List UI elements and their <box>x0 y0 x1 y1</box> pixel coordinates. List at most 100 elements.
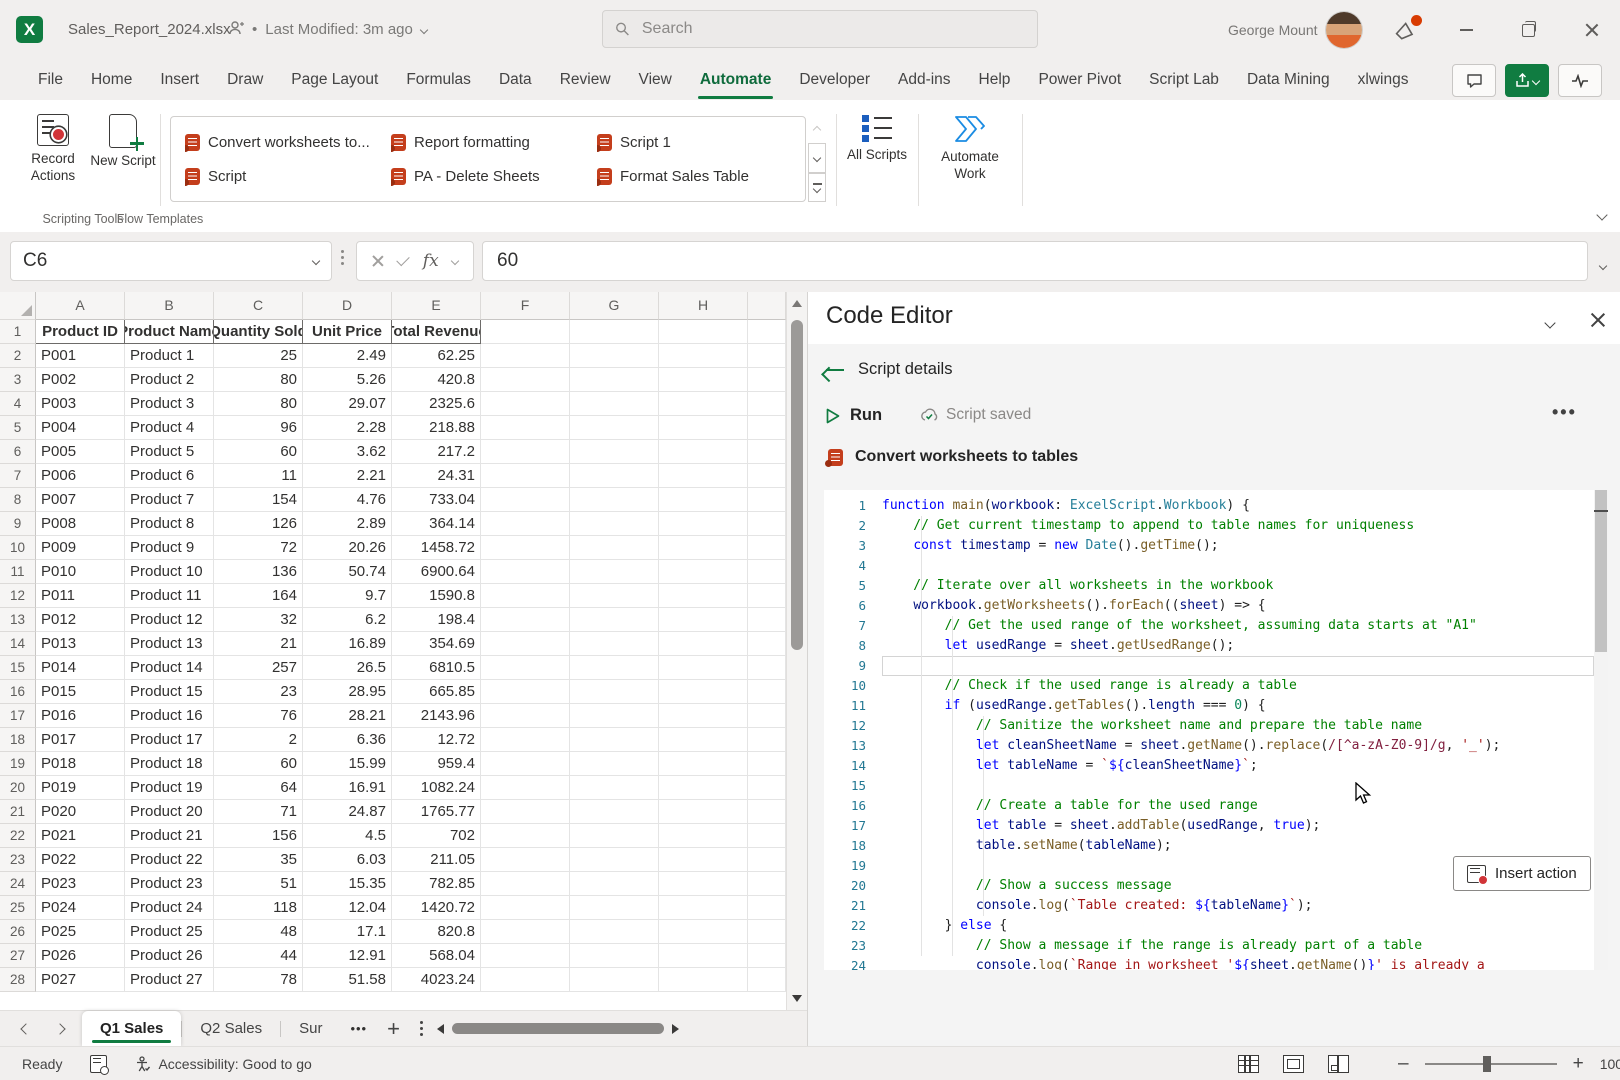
code-line-9[interactable]: 9 <box>824 656 1608 676</box>
row-header-8[interactable]: 8 <box>0 488 36 512</box>
code-line-5[interactable]: 5 // Iterate over all worksheets in the … <box>824 576 1608 596</box>
cell-G26[interactable] <box>570 920 659 944</box>
cell-D10[interactable]: 20.26 <box>303 536 392 560</box>
cell-H19[interactable] <box>659 752 748 776</box>
cell-A14[interactable]: P013 <box>36 632 125 656</box>
cell-F16[interactable] <box>481 680 570 704</box>
cell-H20[interactable] <box>659 776 748 800</box>
cell-D13[interactable]: 6.2 <box>303 608 392 632</box>
whats-new-icon[interactable] <box>1392 18 1420 42</box>
cell-G15[interactable] <box>570 656 659 680</box>
cell-A28[interactable]: P027 <box>36 968 125 992</box>
cell-E5[interactable]: 218.88 <box>392 416 481 440</box>
row-header-17[interactable]: 17 <box>0 704 36 728</box>
cell-E1[interactable]: Total Revenue <box>392 320 481 344</box>
sheet-options-button[interactable] <box>420 1021 423 1036</box>
cell-G19[interactable] <box>570 752 659 776</box>
cell-A18[interactable]: P017 <box>36 728 125 752</box>
cell-D19[interactable]: 15.99 <box>303 752 392 776</box>
cell-D24[interactable]: 15.35 <box>303 872 392 896</box>
cell-B5[interactable]: Product 4 <box>125 416 214 440</box>
cell-G22[interactable] <box>570 824 659 848</box>
menu-tab-view[interactable]: View <box>625 63 686 97</box>
cell-H12[interactable] <box>659 584 748 608</box>
confirm-entry-icon[interactable] <box>397 253 410 266</box>
cell-C2[interactable]: 25 <box>214 344 303 368</box>
cell-C4[interactable]: 80 <box>214 392 303 416</box>
cell-B7[interactable]: Product 6 <box>125 464 214 488</box>
column-header-D[interactable]: D <box>303 292 392 320</box>
code-line-10[interactable]: 10 // Check if the used range is already… <box>824 676 1608 696</box>
cell-F19[interactable] <box>481 752 570 776</box>
cell-D6[interactable]: 3.62 <box>303 440 392 464</box>
cell-E11[interactable]: 6900.64 <box>392 560 481 584</box>
cell-G20[interactable] <box>570 776 659 800</box>
menu-tab-data-mining[interactable]: Data Mining <box>1233 63 1344 97</box>
cell-G14[interactable] <box>570 632 659 656</box>
new-script-button[interactable]: New Script <box>88 114 158 170</box>
cell-G17[interactable] <box>570 704 659 728</box>
zoom-slider-thumb[interactable] <box>1483 1056 1491 1072</box>
cell-G9[interactable] <box>570 512 659 536</box>
cell-F25[interactable] <box>481 896 570 920</box>
gallery-script-item[interactable]: Script <box>185 159 391 193</box>
scroll-up-arrow[interactable] <box>792 300 802 307</box>
cell-G28[interactable] <box>570 968 659 992</box>
select-all-corner[interactable] <box>0 292 36 320</box>
menu-tab-insert[interactable]: Insert <box>146 63 213 97</box>
cell-B19[interactable]: Product 18 <box>125 752 214 776</box>
cell-A25[interactable]: P024 <box>36 896 125 920</box>
cell-F8[interactable] <box>481 488 570 512</box>
cell-C23[interactable]: 35 <box>214 848 303 872</box>
hidden-sheets-button[interactable]: ••• <box>350 1021 367 1036</box>
scroll-left-arrow[interactable] <box>437 1024 444 1034</box>
cell-D4[interactable]: 29.07 <box>303 392 392 416</box>
row-header-11[interactable]: 11 <box>0 560 36 584</box>
cell-H6[interactable] <box>659 440 748 464</box>
code-line-16[interactable]: 16 // Create a table for the used range <box>824 796 1608 816</box>
code-scrollbar-thumb[interactable] <box>1595 490 1607 652</box>
cell-C28[interactable]: 78 <box>214 968 303 992</box>
gallery-script-item[interactable]: Convert worksheets to... <box>185 125 391 159</box>
code-area[interactable]: 1function main(workbook: ExcelScript.Wor… <box>824 490 1608 970</box>
gallery-script-item[interactable]: Report formatting <box>391 125 597 159</box>
cell-G16[interactable] <box>570 680 659 704</box>
row-header-16[interactable]: 16 <box>0 680 36 704</box>
cell-E27[interactable]: 568.04 <box>392 944 481 968</box>
all-scripts-button[interactable]: All Scripts <box>846 114 908 164</box>
zoom-level[interactable]: 100% <box>1600 1056 1620 1072</box>
cell-D14[interactable]: 16.89 <box>303 632 392 656</box>
cell-A9[interactable]: P008 <box>36 512 125 536</box>
cell-F14[interactable] <box>481 632 570 656</box>
cell-C9[interactable]: 126 <box>214 512 303 536</box>
cell-F13[interactable] <box>481 608 570 632</box>
cell-F28[interactable] <box>481 968 570 992</box>
cell-H25[interactable] <box>659 896 748 920</box>
cell-B15[interactable]: Product 14 <box>125 656 214 680</box>
macro-recording-icon[interactable] <box>90 1055 107 1073</box>
cell-H26[interactable] <box>659 920 748 944</box>
cell-E22[interactable]: 702 <box>392 824 481 848</box>
previous-sheet-arrow[interactable] <box>20 1023 31 1034</box>
cell-E13[interactable]: 198.4 <box>392 608 481 632</box>
column-header-B[interactable]: B <box>125 292 214 320</box>
cell-G7[interactable] <box>570 464 659 488</box>
normal-view-button[interactable] <box>1238 1055 1259 1073</box>
cell-B16[interactable]: Product 15 <box>125 680 214 704</box>
row-header-21[interactable]: 21 <box>0 800 36 824</box>
code-line-4[interactable]: 4 <box>824 556 1608 576</box>
menu-tab-automate[interactable]: Automate <box>686 63 785 97</box>
scroll-down-arrow[interactable] <box>792 995 802 1002</box>
cell-E10[interactable]: 1458.72 <box>392 536 481 560</box>
cell-H4[interactable] <box>659 392 748 416</box>
code-line-17[interactable]: 17 let table = sheet.addTable(usedRange,… <box>824 816 1608 836</box>
row-header-15[interactable]: 15 <box>0 656 36 680</box>
code-line-6[interactable]: 6 workbook.getWorksheets().forEach((shee… <box>824 596 1608 616</box>
cell-F26[interactable] <box>481 920 570 944</box>
cell-H24[interactable] <box>659 872 748 896</box>
horizontal-scrollbar[interactable] <box>437 1011 807 1046</box>
run-button[interactable]: Run <box>826 406 882 425</box>
sheet-tab-q2-sales[interactable]: Q2 Sales <box>182 1011 280 1046</box>
add-sheet-button[interactable]: + <box>387 1016 400 1042</box>
avatar[interactable] <box>1326 12 1362 48</box>
